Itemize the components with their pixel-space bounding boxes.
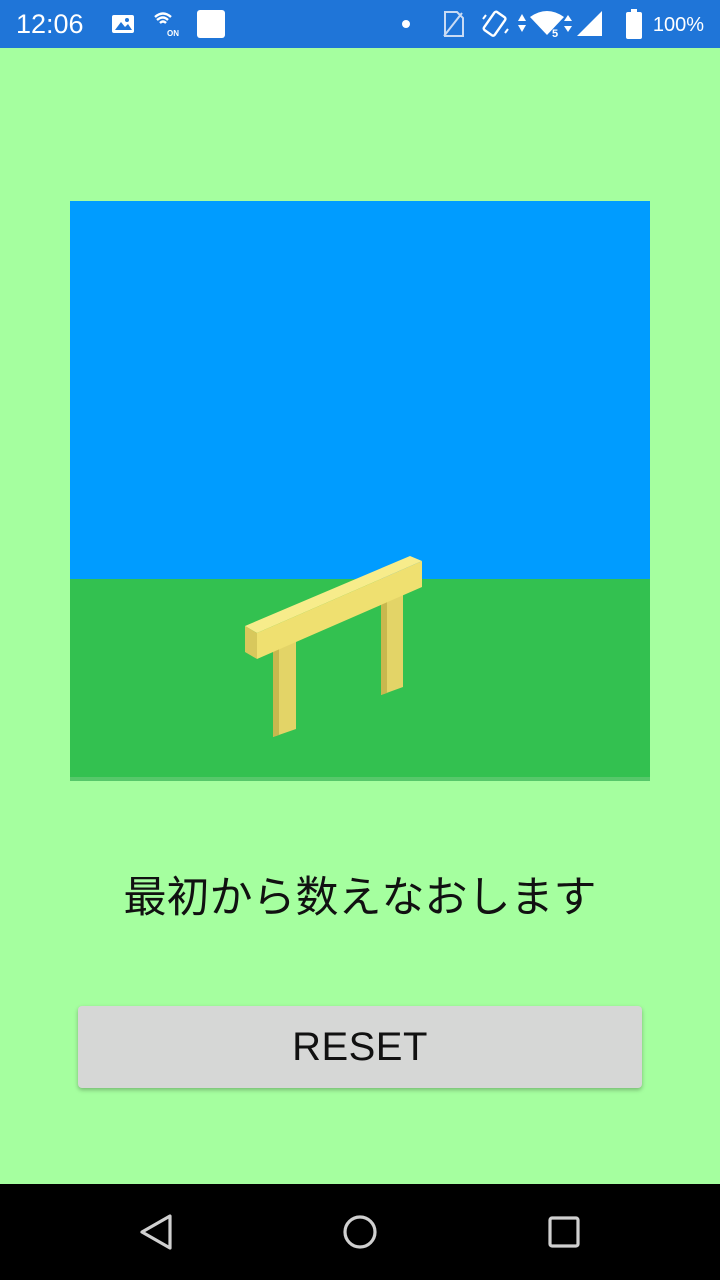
status-bar: 12:06 ON 5 100%: [0, 0, 720, 48]
sky: [70, 201, 650, 583]
svg-text:5: 5: [552, 28, 558, 39]
square-notification-icon: [197, 10, 225, 38]
battery-icon: [626, 9, 642, 39]
navigation-bar: [0, 1184, 720, 1280]
reset-button[interactable]: RESET: [78, 1006, 642, 1088]
dot-icon: [402, 20, 410, 28]
reset-message: 最初から数えなおします: [123, 873, 597, 923]
wifi-data-icon: 5: [518, 11, 572, 39]
home-icon[interactable]: [336, 1208, 384, 1256]
image-icon: [112, 15, 134, 33]
signal-icon: [577, 11, 602, 36]
battery-percent: 100%: [652, 14, 704, 36]
hurdle-illustration: [70, 201, 650, 781]
recents-icon[interactable]: [540, 1208, 588, 1256]
svg-text:ON: ON: [167, 29, 179, 38]
back-icon[interactable]: [132, 1208, 180, 1256]
hurdle-scene: [70, 201, 650, 781]
status-time: 12:06: [16, 9, 84, 39]
no-sim-icon: [443, 11, 464, 37]
vibrate-icon: [482, 10, 509, 37]
nfc-on-icon: ON: [154, 12, 179, 38]
